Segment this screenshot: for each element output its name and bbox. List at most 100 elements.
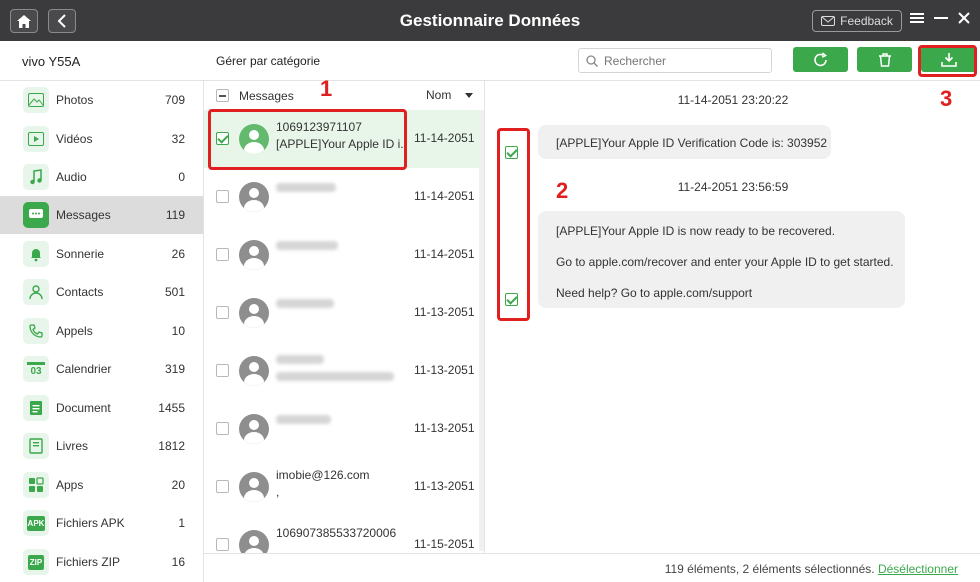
row-checkbox[interactable] [216,422,229,435]
sidebar-item-calendar[interactable]: 03 Calendrier 319 [0,350,203,388]
message-timestamp: 11-14-2051 23:20:22 [677,93,789,107]
document-icon [23,395,49,421]
sidebar-item-messages[interactable]: Messages 119 [0,196,203,234]
zip-icon: ZIP [23,549,49,575]
row-checkbox[interactable] [216,480,229,493]
music-icon [23,164,49,190]
sidebar-item-apk-files[interactable]: APK Fichiers APK 1 [0,504,203,542]
sidebar-item-contacts[interactable]: Contacts 501 [0,273,203,311]
sidebar-item-label: Sonnerie [56,247,105,261]
zip-icon-text: ZIP [27,554,45,570]
minimize-button[interactable] [934,10,948,30]
row-date: 11-14-2051 [414,189,475,203]
sidebar-item-count: 709 [164,93,185,107]
message-icon [23,202,49,228]
sidebar-item-audio[interactable]: Audio 0 [0,158,203,196]
message-text: Need help? Go to apple.com/support [556,286,753,300]
title-bar: Gestionnaire Données Feedback [0,0,980,41]
list-item[interactable]: imobie@126.com , 11-13-2051 [204,458,484,516]
search-box[interactable] [578,48,772,73]
status-text: 119 éléments, 2 éléments sélectionnés. [664,562,875,576]
sidebar-item-label: Vidéos [56,132,93,146]
sidebar-item-label: Apps [56,478,84,492]
refresh-icon [813,51,827,66]
row-checkbox[interactable] [216,306,229,319]
list-item[interactable]: 11-13-2051 [204,342,484,400]
row-checkbox[interactable] [216,364,229,377]
menu-icon [910,13,924,23]
list-item[interactable]: 106907385533720006 11-15-2051 [204,516,484,553]
sidebar-item-documents[interactable]: Document 1455 [0,389,203,427]
calendar-day: 03 [30,365,42,377]
sidebar-item-label: Document [56,401,111,415]
row-checkbox[interactable] [216,190,229,203]
row-checkbox[interactable] [216,248,229,261]
feedback-button[interactable]: Feedback [812,10,902,32]
sidebar-item-label: Calendrier [56,362,112,376]
close-button[interactable] [958,10,970,30]
sidebar-item-label: Contacts [56,285,104,299]
avatar [239,182,269,212]
annotation-number-3: 3 [940,86,953,111]
annotation-box-1 [208,109,407,170]
list-header-label: Messages [239,89,294,103]
sort-dropdown[interactable]: Nom [426,88,474,102]
sidebar-item-count: 10 [171,324,185,338]
menu-button[interactable] [910,10,924,30]
sidebar-item-videos[interactable]: Vidéos 32 [0,120,203,158]
deselect-link[interactable]: Désélectionner [878,562,958,576]
status-bar: 119 éléments, 2 éléments sélectionnés. D… [204,553,980,582]
bell-icon [23,241,49,267]
row-date: 11-14-2051 [414,247,475,261]
list-item[interactable]: 11-13-2051 [204,400,484,458]
refresh-button[interactable] [793,47,848,72]
trash-icon [878,52,891,67]
search-input[interactable] [604,53,764,68]
sidebar-item-apps[interactable]: Apps 20 [0,466,203,504]
avatar [239,356,269,386]
sidebar-item-count: 26 [171,247,185,261]
sidebar-item-calls[interactable]: Appels 10 [0,312,203,350]
sidebar-item-books[interactable]: Livres 1812 [0,427,203,465]
row-title: imobie@126.com [276,468,370,482]
message-bubble: [APPLE]Your Apple ID Verification Code i… [538,125,831,159]
blurred-text [276,415,331,424]
sidebar-item-count: 1455 [158,401,185,415]
row-date: 11-13-2051 [414,363,475,377]
sidebar-item-label: Audio [56,170,87,184]
list-item[interactable]: 11-14-2051 [204,168,484,226]
list-item[interactable]: 11-14-2051 [204,226,484,284]
row-date: 11-13-2051 [414,479,475,493]
sidebar-item-label: Livres [56,439,89,453]
row-title: 106907385533720006 [276,526,397,540]
annotation-number-1: 1 [320,76,333,101]
row-date: 11-13-2051 [414,421,475,435]
annotation-box-3 [918,45,977,77]
sidebar-item-photos[interactable]: Photos 709 [0,81,203,119]
sidebar-item-label: Photos [56,93,94,107]
sidebar-item-count: 1812 [158,439,185,453]
video-icon [23,126,49,152]
caret-down-icon [465,92,474,98]
sidebar-item-zip-files[interactable]: ZIP Fichiers ZIP 16 [0,543,203,581]
feedback-label: Feedback [840,14,893,28]
list-scrollbar[interactable] [479,111,484,551]
sidebar-item-ringtones[interactable]: Sonnerie 26 [0,235,203,273]
apps-icon [23,472,49,498]
device-name: vivo Y55A [22,54,81,69]
blurred-text [276,299,334,308]
sidebar-item-count: 1 [178,516,185,530]
sidebar-item-label: Fichiers APK [56,516,125,530]
list-item[interactable]: 11-13-2051 [204,284,484,342]
row-checkbox[interactable] [216,538,229,551]
header-row: vivo Y55A Gérer par catégorie [0,41,980,81]
blurred-text [276,372,394,381]
select-all-checkbox[interactable] [216,89,229,102]
avatar [239,414,269,444]
row-preview: , [276,485,280,499]
avatar [239,472,269,502]
sort-label: Nom [426,88,452,102]
avatar [239,298,269,328]
delete-button[interactable] [857,47,912,72]
sidebar-item-count: 501 [164,285,185,299]
